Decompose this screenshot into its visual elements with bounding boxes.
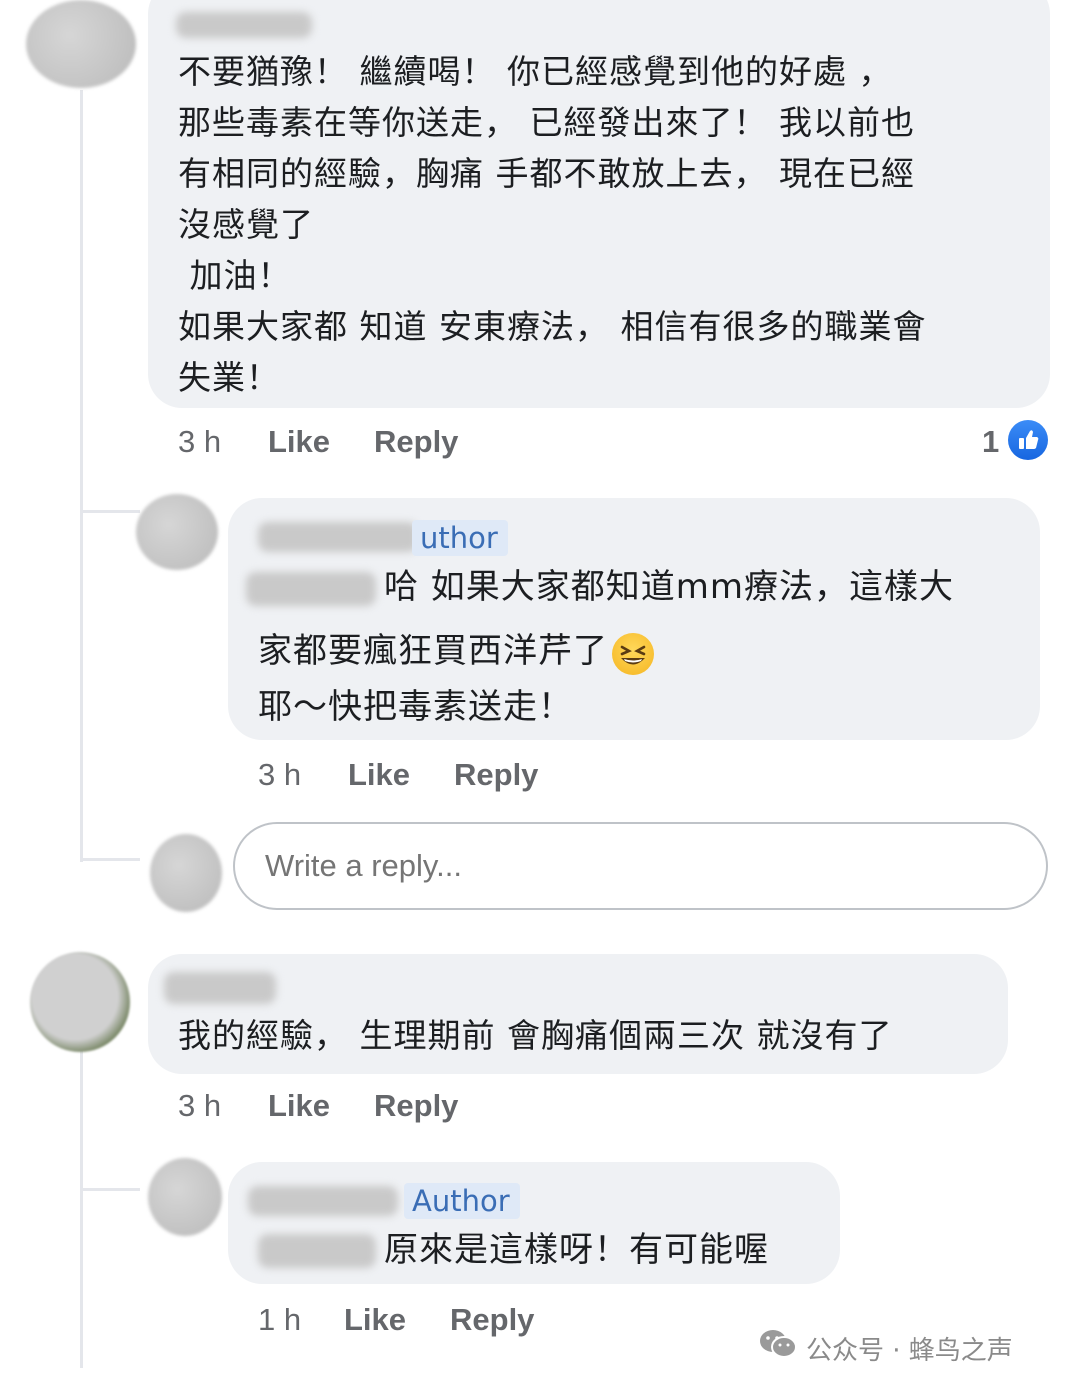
grinning-squinting-face-icon [612, 632, 654, 675]
avatar[interactable] [136, 494, 218, 570]
comment-text: 我的經驗， 生理期前 會胸痛個兩三次 就沒有了 [178, 1016, 893, 1055]
avatar[interactable] [148, 1158, 222, 1236]
reply-button[interactable]: Reply [450, 1302, 534, 1338]
reply-button[interactable]: Reply [374, 424, 458, 460]
like-button[interactable]: Like [348, 757, 410, 793]
like-button[interactable]: Like [268, 424, 330, 460]
reply-text: 哈 如果大家都知道mm療法，這樣大 [384, 567, 955, 607]
commenter-name-redacted[interactable] [176, 12, 312, 38]
reply-text: 原來是這樣呀！有可能喔 [384, 1230, 769, 1270]
thread-line [80, 90, 83, 862]
thread-line-branch [80, 1188, 140, 1191]
avatar[interactable] [26, 0, 136, 88]
wechat-icon [758, 1328, 798, 1360]
thread-line [80, 1028, 83, 1368]
author-name-redacted[interactable] [258, 522, 418, 552]
thread-line-branch [80, 858, 140, 861]
author-name-redacted[interactable] [248, 1186, 398, 1216]
like-button[interactable]: Like [268, 1088, 330, 1124]
like-button[interactable]: Like [344, 1302, 406, 1338]
timestamp[interactable]: 3 h [178, 1088, 221, 1124]
author-badge: Author [404, 1183, 520, 1219]
commenter-name-redacted[interactable] [164, 972, 276, 1004]
thumbs-up-icon[interactable] [1008, 420, 1048, 460]
avatar[interactable] [30, 952, 130, 1052]
mention-redacted[interactable] [246, 572, 376, 606]
mention-redacted[interactable] [258, 1234, 376, 1268]
timestamp[interactable]: 3 h [258, 757, 301, 793]
comment-text: 不要猶豫！ 繼續喝！ 你已經感覺到他的好處 ， 那些毒素在等你送走， 已經發出來… [178, 52, 927, 397]
reply-button[interactable]: Reply [374, 1088, 458, 1124]
reply-button[interactable]: Reply [454, 757, 538, 793]
thread-line-branch [80, 510, 140, 513]
reply-text: 耶～快把毒素送走！ [258, 687, 573, 727]
timestamp[interactable]: 1 h [258, 1302, 301, 1338]
reply-text: 家都要瘋狂買西洋芹了 [258, 626, 654, 679]
author-badge: uthor [412, 520, 508, 556]
reaction-count[interactable]: 1 [982, 424, 999, 460]
reply-input[interactable] [233, 822, 1048, 910]
avatar [150, 834, 222, 912]
timestamp[interactable]: 3 h [178, 424, 221, 460]
watermark-text: 公众号 · 蜂鸟之声 [806, 1336, 1013, 1366]
